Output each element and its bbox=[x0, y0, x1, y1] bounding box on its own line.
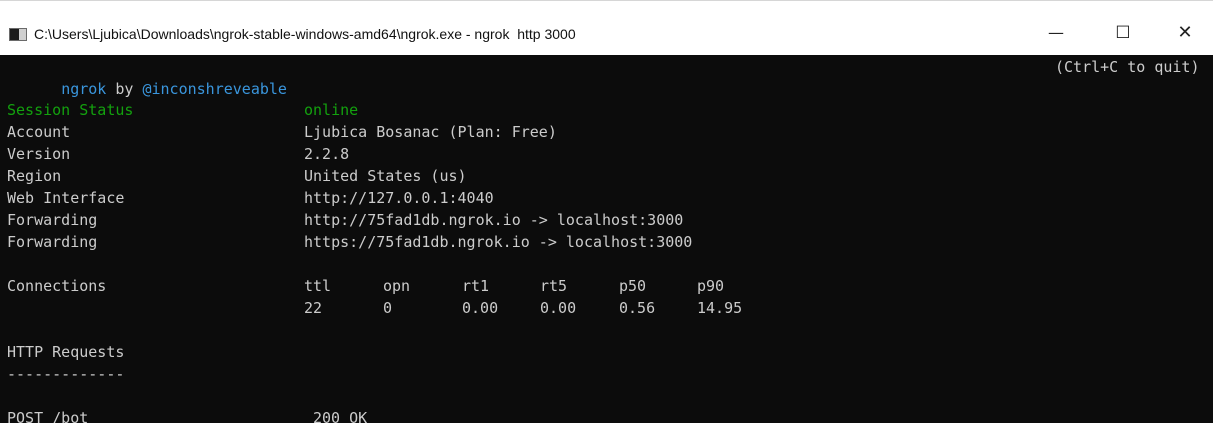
http-requests-divider: ------------- bbox=[7, 365, 125, 383]
console-output[interactable]: ngrok by @inconshreveable (Ctrl+C to qui… bbox=[0, 55, 1213, 423]
info-value: Ljubica Bosanac (Plan: Free) bbox=[304, 123, 557, 141]
connections-header-row: Connections ttl opn rt1 rt5 p50 p90 bbox=[7, 275, 1207, 297]
request-method-path: POST /bot bbox=[7, 409, 89, 423]
console-window-icon[interactable] bbox=[9, 28, 27, 41]
info-label: Forwarding bbox=[7, 233, 98, 251]
author-handle: @inconshreveable bbox=[142, 80, 287, 98]
info-label: Forwarding bbox=[7, 211, 98, 229]
info-row-forwarding-https: Forwarding https://75fad1db.ngrok.io -> … bbox=[7, 231, 1207, 253]
info-value: United States (us) bbox=[304, 167, 467, 185]
info-row-region: Region United States (us) bbox=[7, 165, 1207, 187]
connections-value: 0.00 bbox=[540, 299, 577, 317]
close-button[interactable]: ✕ bbox=[1162, 17, 1208, 49]
terminal-window: C:\Users\Ljubica\Downloads\ngrok-stable-… bbox=[0, 0, 1213, 423]
connections-value: 0.00 bbox=[462, 299, 499, 317]
by-text: by bbox=[115, 80, 134, 98]
connections-value: 22 bbox=[304, 299, 323, 317]
connections-value: 0.56 bbox=[619, 299, 656, 317]
session-status-label: Session Status bbox=[7, 101, 134, 119]
info-row-account: Account Ljubica Bosanac (Plan: Free) bbox=[7, 121, 1207, 143]
info-row-forwarding-http: Forwarding http://75fad1db.ngrok.io -> l… bbox=[7, 209, 1207, 231]
ngrok-header: ngrok by @inconshreveable bbox=[7, 56, 287, 98]
info-label: Version bbox=[7, 145, 71, 163]
minimize-button[interactable]: — bbox=[1033, 17, 1079, 49]
info-value: https://75fad1db.ngrok.io -> localhost:3… bbox=[304, 233, 693, 251]
app-name: ngrok bbox=[61, 80, 107, 98]
title-bar[interactable]: C:\Users\Ljubica\Downloads\ngrok-stable-… bbox=[0, 0, 1213, 55]
connections-header: opn bbox=[383, 277, 411, 295]
http-requests-title: HTTP Requests bbox=[7, 343, 125, 361]
info-value: http://75fad1db.ngrok.io -> localhost:30… bbox=[304, 211, 684, 229]
connections-header: rt5 bbox=[540, 277, 568, 295]
connections-label: Connections bbox=[7, 277, 107, 295]
connections-value: 0 bbox=[383, 299, 393, 317]
info-row-web-interface: Web Interface http://127.0.0.1:4040 bbox=[7, 187, 1207, 209]
info-row-version: Version 2.2.8 bbox=[7, 143, 1207, 165]
window-title: C:\Users\Ljubica\Downloads\ngrok-stable-… bbox=[34, 26, 576, 42]
info-label: Account bbox=[7, 123, 71, 141]
info-value: http://127.0.0.1:4040 bbox=[304, 189, 494, 207]
connections-header: ttl bbox=[304, 277, 332, 295]
info-label: Web Interface bbox=[7, 189, 125, 207]
info-value: 2.2.8 bbox=[304, 145, 350, 163]
connections-header: p90 bbox=[697, 277, 725, 295]
info-label: Region bbox=[7, 167, 62, 185]
connections-value: 14.95 bbox=[697, 299, 743, 317]
connections-header: rt1 bbox=[462, 277, 490, 295]
request-status: 200 OK bbox=[313, 409, 368, 423]
session-status-value: online bbox=[304, 101, 359, 119]
connections-header: p50 bbox=[619, 277, 647, 295]
request-row: POST /bot 200 OK bbox=[7, 407, 1207, 423]
maximize-button[interactable]: ☐ bbox=[1100, 17, 1146, 49]
connections-values-row: 22 0 0.00 0.00 0.56 14.95 bbox=[7, 297, 1207, 319]
quit-hint: (Ctrl+C to quit) bbox=[1055, 58, 1200, 76]
session-status-row: Session Status online bbox=[7, 99, 1207, 121]
